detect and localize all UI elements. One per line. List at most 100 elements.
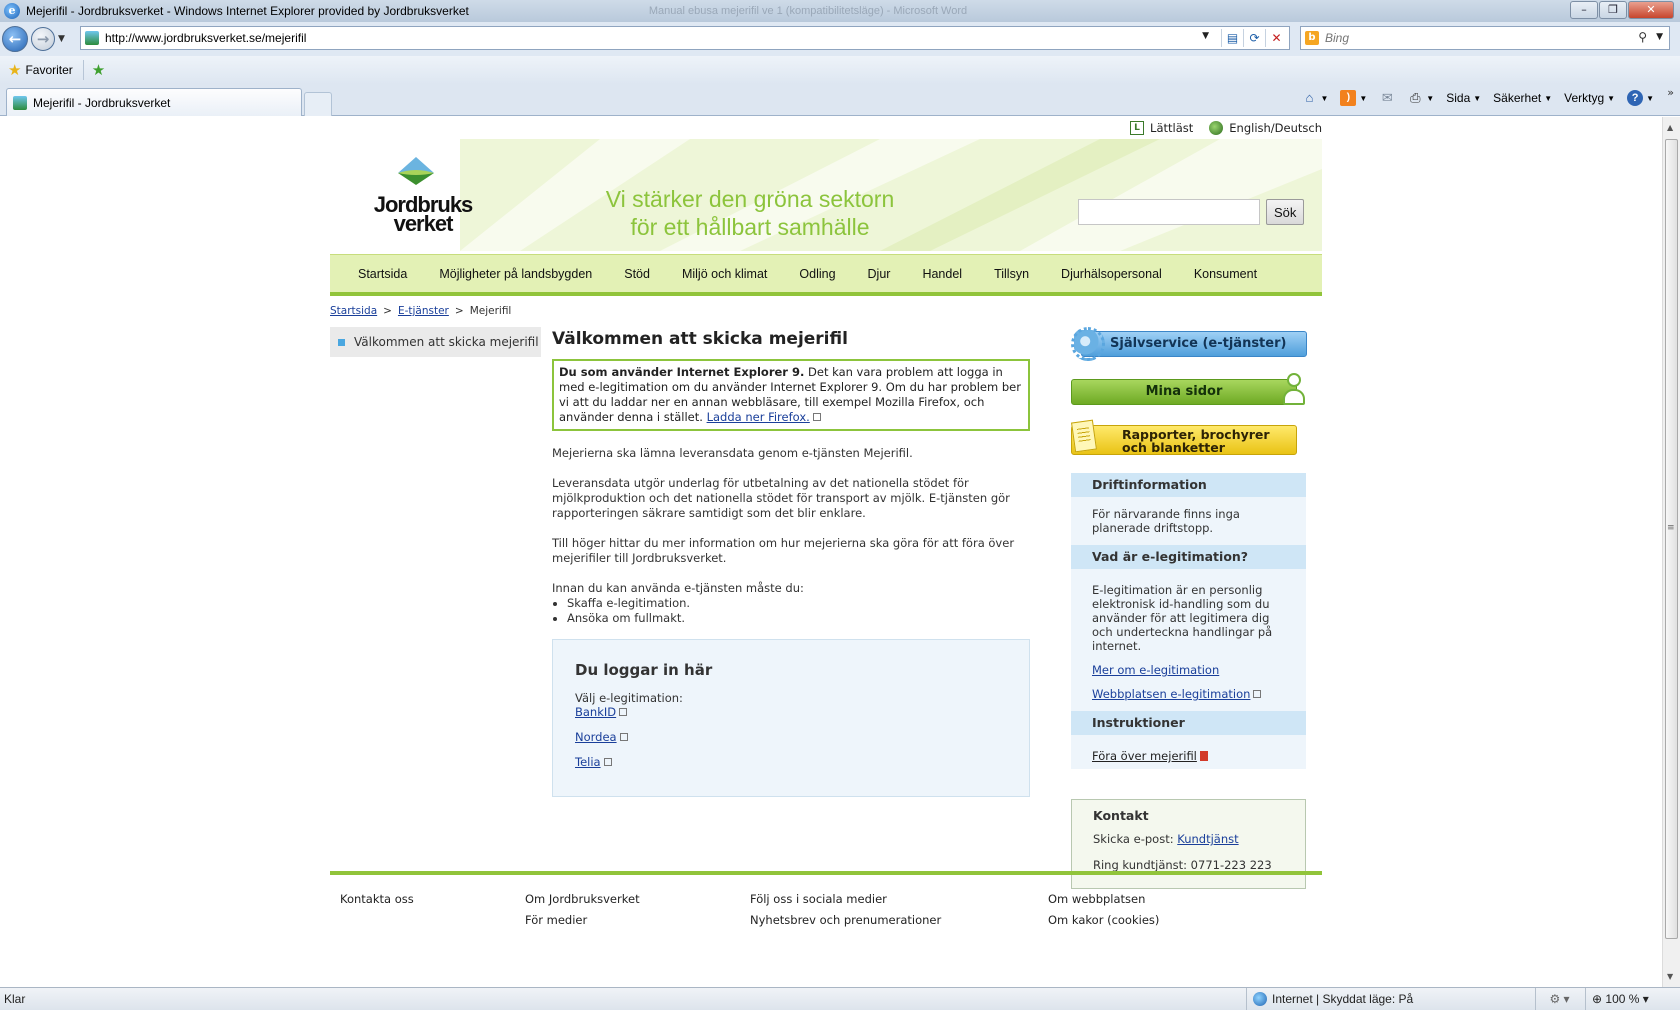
my-pages-label: Mina sidor: [1071, 379, 1297, 405]
nav-handel[interactable]: Handel: [922, 267, 962, 281]
print-button[interactable]: ⎙ ▼: [1407, 90, 1434, 106]
info-panel: Driftinformation För närvarande finns in…: [1071, 473, 1306, 769]
tools-menu[interactable]: Verktyg ▼: [1564, 91, 1615, 105]
my-pages-button[interactable]: Mina sidor: [1071, 373, 1323, 413]
page-menu[interactable]: Sida ▼: [1446, 91, 1481, 105]
instructions-section: Föra över mejerifil: [1071, 735, 1306, 769]
home-button[interactable]: ⌂ ▼: [1301, 90, 1329, 106]
footer-cookies-link[interactable]: Om kakor (cookies): [1048, 910, 1159, 931]
background-window-title: Manual ebusa mejerifil ve 1 (kompatibili…: [648, 5, 968, 17]
footer-newsletter-link[interactable]: Nyhetsbrev och prenumerationer: [750, 910, 941, 931]
site-search-button[interactable]: Sök: [1266, 199, 1305, 225]
zoom-level[interactable]: ⊕ 100 % ▾: [1585, 987, 1649, 1010]
protected-mode-icon[interactable]: ⚙ ▾: [1535, 987, 1583, 1010]
rss-icon: ): [1340, 90, 1357, 106]
nav-miljo-klimat[interactable]: Miljö och klimat: [682, 267, 767, 281]
elegit-website-link[interactable]: Webbplatsen e-legitimation: [1092, 687, 1250, 701]
scroll-down-icon[interactable]: ▼: [1667, 972, 1673, 981]
search-input[interactable]: [1325, 31, 1625, 45]
left-nav-label: Välkommen att skicka mejerifil: [354, 335, 539, 349]
zone-label: Internet | Skyddat läge: På: [1272, 992, 1414, 1006]
back-button[interactable]: ←: [2, 26, 28, 52]
breadcrumb-separator: >: [454, 305, 464, 317]
new-tab-button[interactable]: [304, 92, 332, 116]
nav-konsument[interactable]: Konsument: [1194, 267, 1257, 281]
languages-link[interactable]: English/Deutsch: [1209, 121, 1322, 135]
drift-text: För närvarande finns inga planerade drif…: [1092, 507, 1240, 535]
nav-odling[interactable]: Odling: [799, 267, 835, 281]
self-service-label: Självservice (e-tjänster): [1081, 331, 1307, 357]
minimize-button[interactable]: –: [1570, 1, 1598, 19]
breadcrumb-eservices-link[interactable]: E-tjänster: [398, 305, 449, 317]
elegit-section: E-legitimation är en personlig elektroni…: [1071, 569, 1306, 711]
compatibility-view-icon[interactable]: ▤: [1221, 29, 1243, 47]
reports-button[interactable]: Rapporter, brochyrer och blanketter: [1071, 419, 1323, 459]
address-dropdown-icon[interactable]: ▼: [1202, 31, 1209, 41]
nav-stod[interactable]: Stöd: [624, 267, 650, 281]
easy-read-link[interactable]: L Lättläst: [1130, 121, 1193, 135]
main-navigation: Startsida Möjligheter på landsbygden Stö…: [330, 254, 1322, 296]
favorites-button[interactable]: Favoriter: [25, 63, 72, 77]
reports-line2: och blanketter: [1122, 440, 1225, 455]
vertical-scrollbar[interactable]: ▲ ≡ ▼: [1662, 117, 1680, 987]
status-bar: Klar Internet | Skyddat läge: På ⚙ ▾ ⊕ 1…: [0, 987, 1680, 1010]
tab-mejerifil[interactable]: Mejerifil - Jordbruksverket: [6, 88, 302, 116]
footer-column-1: Kontakta oss: [340, 889, 414, 910]
read-mail-button[interactable]: ✉: [1379, 90, 1395, 106]
site-search-input[interactable]: [1078, 199, 1260, 225]
download-firefox-link[interactable]: Ladda ner Firefox.: [707, 410, 810, 424]
scrollbar-thumb[interactable]: [1665, 139, 1678, 939]
jordbruksverket-logo[interactable]: Jordbruks verket: [368, 155, 473, 235]
nav-startsida[interactable]: Startsida: [358, 267, 407, 281]
security-zone[interactable]: Internet | Skyddat läge: På: [1246, 987, 1414, 1010]
footer-column-3: Följ oss i sociala medier Nyhetsbrev och…: [750, 889, 941, 931]
footer-contact-link[interactable]: Kontakta oss: [340, 889, 414, 910]
search-box[interactable]: b ⚲ ▼: [1300, 26, 1670, 50]
footer-about-link[interactable]: Om Jordbruksverket: [525, 889, 640, 910]
feeds-button[interactable]: ) ▼: [1340, 90, 1367, 106]
elegit-text: E-legitimation är en personlig elektroni…: [1092, 583, 1273, 653]
bing-icon: b: [1305, 31, 1319, 45]
window-title: Mejerifil - Jordbruksverket - Windows In…: [26, 4, 469, 18]
address-bar[interactable]: http://www.jordbruksverket.se/mejerifil …: [80, 26, 1290, 50]
scroll-up-icon[interactable]: ▲: [1667, 123, 1673, 132]
left-nav-item-welcome[interactable]: Välkommen att skicka mejerifil: [330, 327, 541, 357]
person-icon: [1283, 373, 1305, 407]
page-viewport: L Lättläst English/Deutsch Jordbruks ver…: [0, 117, 1662, 987]
tab-label: Mejerifil - Jordbruksverket: [33, 95, 171, 110]
login-title: Du loggar in här: [575, 661, 713, 679]
nav-djurhalsopersonal[interactable]: Djurhälsopersonal: [1061, 267, 1162, 281]
maximize-button[interactable]: ❐: [1599, 1, 1627, 19]
bankid-link[interactable]: BankID: [575, 705, 616, 719]
chevron-double-right-icon[interactable]: »: [1667, 86, 1674, 99]
nav-tillsyn[interactable]: Tillsyn: [994, 267, 1029, 281]
stop-icon[interactable]: ✕: [1265, 29, 1287, 47]
recent-pages-dropdown-icon[interactable]: ▼: [58, 34, 65, 44]
safety-menu[interactable]: Säkerhet ▼: [1493, 91, 1552, 105]
status-text: Klar: [4, 992, 26, 1006]
languages-label: English/Deutsch: [1229, 121, 1322, 135]
telia-link[interactable]: Telia: [575, 755, 601, 769]
help-button[interactable]: ? ▼: [1627, 90, 1654, 106]
nav-djur[interactable]: Djur: [868, 267, 891, 281]
nordea-link[interactable]: Nordea: [575, 730, 617, 744]
address-url[interactable]: http://www.jordbruksverket.se/mejerifil: [105, 31, 306, 45]
add-favorite-icon[interactable]: ★: [92, 61, 105, 79]
transfer-file-link[interactable]: Föra över mejerifil: [1092, 749, 1197, 763]
forward-button[interactable]: →: [31, 27, 55, 51]
favorites-star-icon[interactable]: ★: [8, 61, 21, 79]
more-elegit-link[interactable]: Mer om e-legitimation: [1092, 663, 1219, 677]
printer-icon: ⎙: [1410, 90, 1421, 105]
nav-mojligheter[interactable]: Möjligheter på landsbygden: [439, 267, 592, 281]
customer-service-link[interactable]: Kundtjänst: [1177, 832, 1238, 846]
delivery-data-paragraph: Leveransdata utgör underlag för utbetaln…: [552, 476, 1010, 520]
search-icon[interactable]: ⚲: [1638, 30, 1647, 44]
footer-website-link[interactable]: Om webbplatsen: [1048, 889, 1159, 910]
refresh-icon[interactable]: ⟳: [1243, 29, 1265, 47]
self-service-button[interactable]: Självservice (e-tjänster): [1071, 327, 1323, 361]
search-provider-dropdown-icon[interactable]: ▼: [1656, 32, 1663, 42]
close-window-button[interactable]: ✕: [1628, 1, 1674, 19]
breadcrumb-home-link[interactable]: Startsida: [330, 305, 377, 317]
footer-media-link[interactable]: För medier: [525, 910, 640, 931]
footer-social-link[interactable]: Följ oss i sociala medier: [750, 889, 941, 910]
